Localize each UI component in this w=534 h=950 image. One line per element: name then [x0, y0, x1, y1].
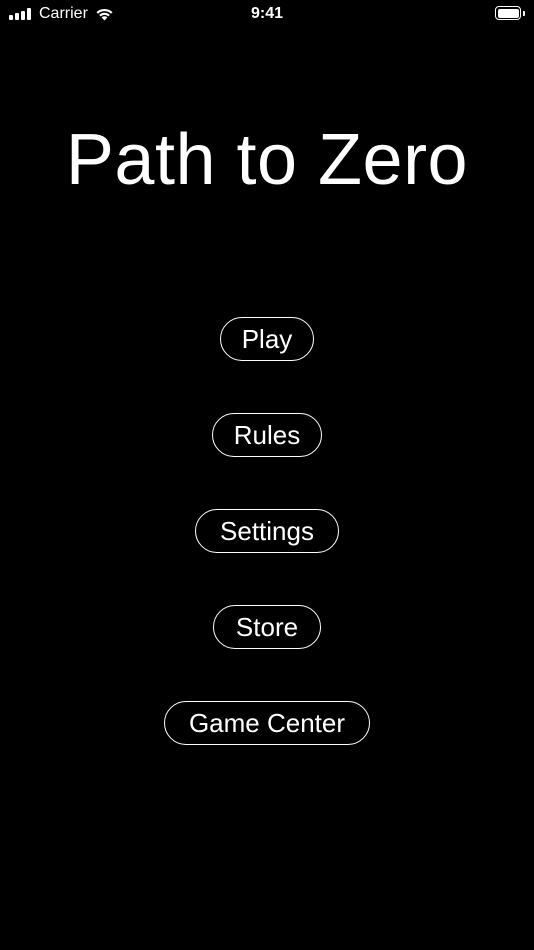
- battery-fill: [498, 9, 519, 18]
- play-button[interactable]: Play: [220, 317, 314, 361]
- battery-icon: [495, 6, 525, 22]
- status-time: 9:41: [250, 5, 284, 22]
- settings-button[interactable]: Settings: [195, 509, 339, 553]
- game-title: Path to Zero: [65, 120, 469, 200]
- status-bar: Carrier 9:41: [0, 0, 534, 28]
- store-button[interactable]: Store: [213, 605, 321, 649]
- rules-button[interactable]: Rules: [212, 413, 322, 457]
- game-center-button[interactable]: Game Center: [164, 701, 370, 745]
